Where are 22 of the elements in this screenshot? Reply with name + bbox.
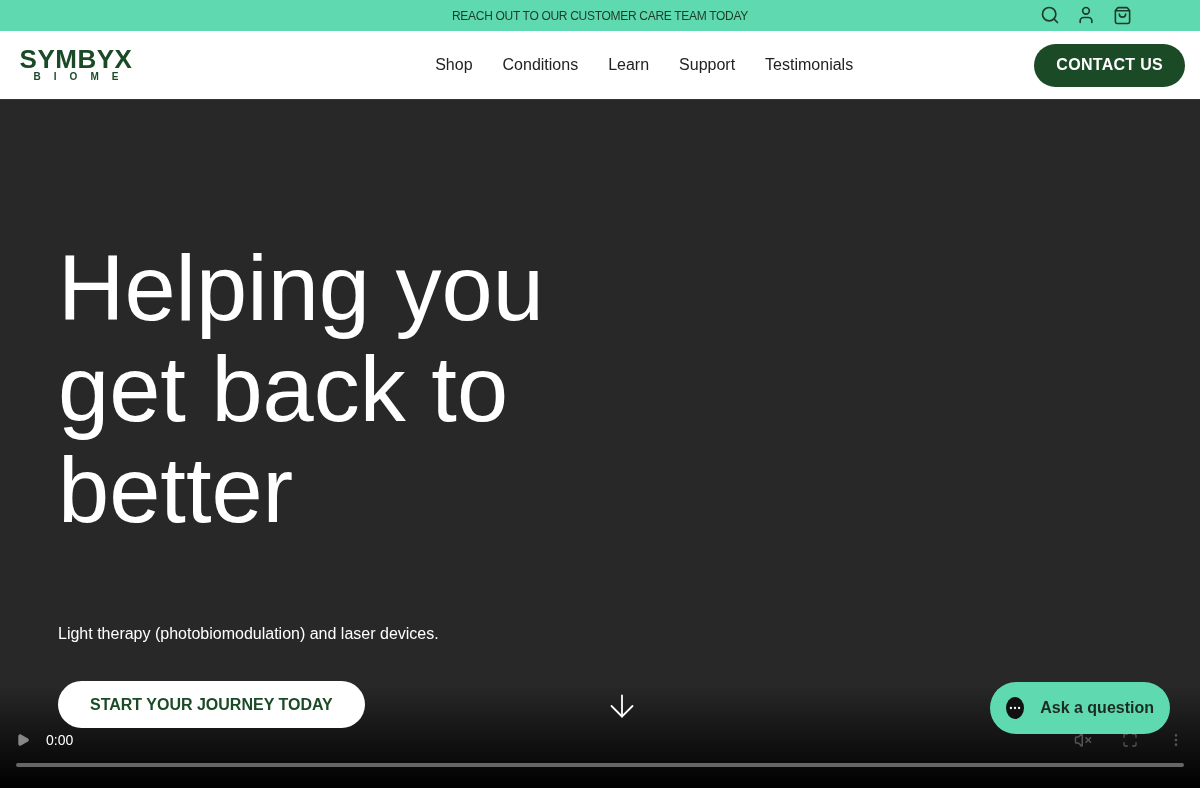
cta-button[interactable]: START YOUR JOURNEY TODAY bbox=[58, 681, 365, 728]
logo-subtitle: BIOME bbox=[33, 71, 132, 83]
chat-icon bbox=[1006, 697, 1025, 719]
bag-icon[interactable] bbox=[1112, 5, 1132, 25]
contact-button[interactable]: CONTACT US bbox=[1034, 43, 1185, 87]
hero-heading: Helping you get back to better bbox=[58, 238, 545, 541]
video-progress-track[interactable] bbox=[16, 763, 1184, 767]
video-time: 0:00 bbox=[46, 732, 75, 748]
nav-link[interactable]: Testimonials bbox=[765, 56, 854, 74]
hero-subtitle: Light therapy (photobiomodulation) and laser devices. bbox=[58, 625, 440, 643]
nav-link[interactable]: Support bbox=[679, 56, 736, 74]
nav-link[interactable]: Learn bbox=[608, 56, 650, 74]
nav-link[interactable]: Conditions bbox=[502, 56, 579, 74]
fullscreen-icon[interactable] bbox=[1122, 732, 1138, 748]
mute-icon[interactable] bbox=[1074, 731, 1092, 749]
play-icon[interactable] bbox=[16, 733, 30, 747]
chat-button[interactable]: Ask a question bbox=[990, 682, 1170, 734]
logo[interactable]: SYMBYX bbox=[19, 47, 133, 71]
search-icon[interactable] bbox=[1040, 5, 1060, 25]
user-icon[interactable] bbox=[1076, 5, 1096, 25]
nav-link[interactable]: Shop bbox=[435, 56, 473, 74]
announcement-text: REACH OUT TO OUR CUSTOMER CARE TEAM TODAY bbox=[452, 8, 748, 23]
